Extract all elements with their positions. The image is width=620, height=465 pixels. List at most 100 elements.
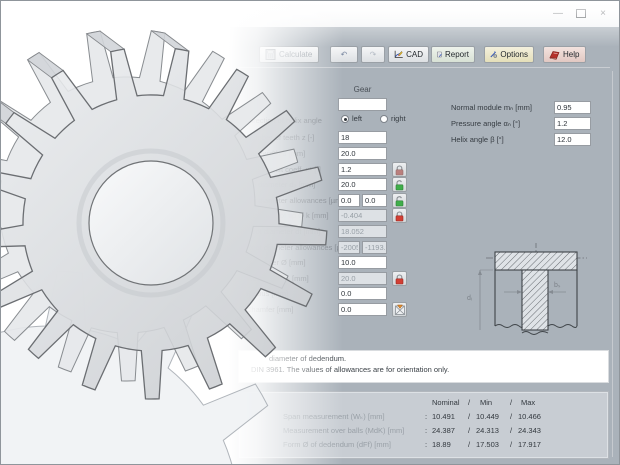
measurement-over-balls-row: Measurement over balls (MdK) [mm] : 24.3… xyxy=(239,426,608,438)
tip-diameter-field[interactable] xyxy=(338,178,387,191)
teeth-count-field[interactable] xyxy=(338,131,387,144)
undo-button: ↶ xyxy=(330,46,358,63)
colon: : xyxy=(425,426,427,435)
nominal-value: 24.387 xyxy=(432,426,455,435)
cad-chart-icon xyxy=(394,49,403,60)
gear-name-field[interactable] xyxy=(338,98,387,111)
profile-shift-field[interactable] xyxy=(338,163,387,176)
chamfer-label: Chamfer [mm] xyxy=(246,305,294,314)
break-line xyxy=(522,332,548,335)
normal-module-label: Normal module mₙ [mm] xyxy=(451,103,532,112)
min-value: 24.313 xyxy=(476,426,499,435)
results-sep: / xyxy=(468,412,470,421)
facewidth-field[interactable] xyxy=(338,147,387,160)
undo-icon: ↶ xyxy=(341,50,348,59)
helix-left-radio[interactable] xyxy=(341,115,349,123)
gear-column-header: Gear xyxy=(338,85,387,94)
radius-label: Radius [mm] xyxy=(246,289,288,298)
minimize-icon[interactable]: — xyxy=(549,5,567,21)
di-dimension-label: dᵢ xyxy=(467,295,472,302)
pressure-angle-field[interactable] xyxy=(554,117,591,130)
results-sep: / xyxy=(510,440,512,449)
results-sep: / xyxy=(468,398,470,407)
row-label: Measurement over balls (MdK) [mm] xyxy=(283,426,404,435)
lock-closed-muted-icon xyxy=(394,164,405,176)
lock-closed-red-icon xyxy=(394,210,405,222)
web-width-label: Web width bₛ [mm] xyxy=(246,274,309,283)
break-line xyxy=(548,325,577,328)
gear-cross-section-diagram: dᵢ bₛ xyxy=(459,229,619,341)
profile-shift-label: Profile shift coeff. x* [-] xyxy=(246,165,321,174)
redo-icon: ↷ xyxy=(370,50,377,59)
min-value: 17.503 xyxy=(476,440,499,449)
hub-outer-diameter-field[interactable] xyxy=(338,256,387,269)
row-label: Span measurement (Wₖ) [mm] xyxy=(283,412,385,421)
root-allowances-label: Root diameter allowances [µm] xyxy=(246,243,349,252)
toolbar-divider xyxy=(238,67,610,68)
results-sep: / xyxy=(510,412,512,421)
options-button[interactable]: Options xyxy=(484,46,534,63)
form-diameter-row: Form Ø of dedendum (dFf) [mm] : 18.89 / … xyxy=(239,440,608,452)
chamfer-detail-button[interactable] xyxy=(392,302,407,317)
normal-module-field[interactable] xyxy=(554,101,591,114)
results-header-max: Max xyxy=(521,398,535,407)
tip-alteration-field xyxy=(338,209,387,222)
tip-diameter-label: Tip diameter dₐ [mm] xyxy=(246,180,315,189)
results-sep: / xyxy=(510,426,512,435)
tip-alteration-label: Alteration of tip Ø k [mm] xyxy=(246,211,329,220)
tip-allowance-upper-field[interactable] xyxy=(338,194,360,207)
max-value: 24.343 xyxy=(518,426,541,435)
colon: : xyxy=(425,440,427,449)
redo-button: ↷ xyxy=(361,46,385,63)
nominal-value: 18.89 xyxy=(432,440,451,449)
helix-angle-field[interactable] xyxy=(554,133,591,146)
help-label: Help xyxy=(563,50,579,59)
row-label: Form Ø of dedendum (dFf) [mm] xyxy=(283,440,391,449)
gear-bore xyxy=(89,161,213,285)
calculator-icon xyxy=(265,49,276,60)
close-icon[interactable]: × xyxy=(594,5,612,21)
maximize-icon[interactable] xyxy=(572,5,590,21)
nominal-value: 10.491 xyxy=(432,412,455,421)
cad-button[interactable]: CAD xyxy=(388,46,429,63)
results-header-min: Min xyxy=(480,398,492,407)
profile-shift-lock-button[interactable] xyxy=(392,162,407,177)
lock-open-green-icon xyxy=(394,195,405,207)
lock-open-green-icon xyxy=(394,179,405,191)
results-sep: / xyxy=(510,398,512,407)
web-width-field xyxy=(338,272,387,285)
helix-right-label[interactable]: right xyxy=(391,114,406,123)
help-button[interactable]: Help xyxy=(543,46,586,63)
hub-outer-diameter-label: Hub outer Ø [mm] xyxy=(246,258,306,267)
chamfer-field[interactable] xyxy=(338,303,387,316)
results-sep: / xyxy=(468,426,470,435)
helix-left-label[interactable]: left xyxy=(352,114,362,123)
tip-allowance-lower-field[interactable] xyxy=(362,194,387,207)
results-sep: / xyxy=(468,440,470,449)
break-line xyxy=(495,325,522,328)
report-label: Report xyxy=(445,50,469,59)
results-header-nominal: Nominal xyxy=(432,398,460,407)
titlebar: — × xyxy=(1,1,619,27)
helix-right-radio[interactable] xyxy=(380,115,388,123)
web-section xyxy=(522,270,548,330)
tip-allowances-lock-button[interactable] xyxy=(392,193,407,208)
report-button[interactable]: Report xyxy=(431,46,475,63)
span-measurement-row: Span measurement (Wₖ) [mm] : 10.491 / 10… xyxy=(239,412,608,424)
local-button: Local xyxy=(238,50,257,59)
pressure-angle-label: Pressure angle αₙ [°] xyxy=(451,119,520,128)
tip-diameter-lock-button[interactable] xyxy=(392,177,407,192)
calculate-label: Calculate xyxy=(279,50,312,59)
max-value: 10.466 xyxy=(518,412,541,421)
options-label: Options xyxy=(500,50,528,59)
radius-field[interactable] xyxy=(338,287,387,300)
report-doc-icon xyxy=(437,49,442,60)
tip-alteration-lock-button[interactable] xyxy=(392,208,407,223)
root-allowance-lower-field xyxy=(362,241,387,254)
maximize-box xyxy=(576,9,586,18)
web-width-lock-button[interactable] xyxy=(392,271,407,286)
facewidth-label: Facewidth b [mm] xyxy=(246,149,305,158)
root-allowance-upper-field xyxy=(338,241,360,254)
helix-direction-label: Direction of helix angle xyxy=(246,116,322,125)
helix-angle-label: Helix angle β [°] xyxy=(451,135,504,144)
